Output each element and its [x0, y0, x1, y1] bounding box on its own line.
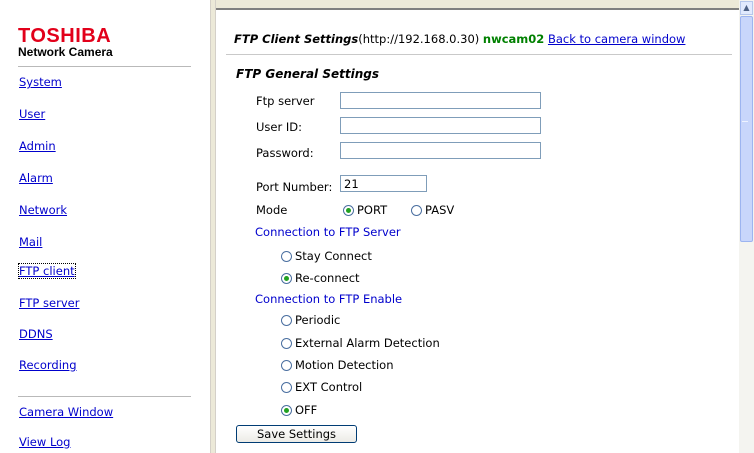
ftp-server-input[interactable] — [340, 92, 541, 109]
connection-enable-heading: Connection to FTP Enable — [255, 292, 403, 306]
port-number-label: Port Number: — [256, 180, 333, 194]
port-number-input[interactable] — [340, 175, 427, 192]
section-title: FTP General Settings — [236, 67, 379, 81]
camera-url: (http://192.168.0.30) — [358, 32, 480, 46]
password-input[interactable] — [340, 142, 541, 159]
user-id-label: User ID: — [256, 120, 302, 134]
ftp-server-label: Ftp server — [256, 94, 315, 108]
camera-name: nwcam02 — [482, 32, 545, 46]
radio-selected-icon — [281, 272, 292, 284]
nav-link-mail[interactable]: Mail — [19, 235, 42, 249]
off-radio[interactable]: OFF — [281, 403, 317, 417]
nav-link-ftp-server[interactable]: FTP server — [19, 296, 79, 310]
frame-splitter[interactable] — [210, 0, 216, 453]
user-id-input[interactable] — [340, 117, 541, 134]
radio-selected-icon — [281, 404, 292, 416]
ext-control-radio[interactable]: EXT Control — [281, 380, 362, 394]
page-header: FTP Client Settings(http://192.168.0.30)… — [234, 32, 685, 46]
stay-connect-radio[interactable]: Stay Connect — [281, 249, 372, 263]
scroll-up-arrow-icon[interactable]: ▲ — [740, 1, 753, 15]
external-alarm-radio[interactable]: External Alarm Detection — [281, 336, 440, 350]
radio-selected-icon — [343, 204, 354, 216]
logo-subtitle: Network Camera — [18, 45, 113, 59]
nav-divider-bottom — [18, 396, 191, 397]
frame-top-edge — [216, 0, 739, 8]
radio-unselected-icon — [281, 337, 292, 349]
page-title: FTP Client Settings — [234, 32, 359, 46]
mode-label: Mode — [256, 203, 288, 217]
header-divider — [226, 54, 732, 55]
nav-link-system[interactable]: System — [19, 75, 62, 89]
nav-divider-top — [18, 66, 191, 67]
toshiba-logo: TOSHIBA — [18, 25, 112, 47]
navigation-frame: TOSHIBA Network Camera System User Admin… — [0, 0, 210, 453]
nav-link-camera-window[interactable]: Camera Window — [19, 405, 113, 419]
radio-unselected-icon — [281, 381, 292, 393]
radio-unselected-icon — [411, 204, 422, 216]
nav-link-user[interactable]: User — [19, 107, 45, 121]
vertical-scrollbar[interactable]: ▲ — [739, 0, 754, 453]
re-connect-radio[interactable]: Re-connect — [281, 271, 360, 285]
scrollbar-grip-icon — [742, 121, 748, 122]
password-label: Password: — [256, 146, 314, 160]
mode-pasv-radio[interactable]: PASV — [411, 203, 454, 217]
back-to-camera-link[interactable]: Back to camera window — [548, 32, 685, 46]
ftp-client-settings-frame: FTP Client Settings(http://192.168.0.30)… — [218, 10, 738, 453]
save-settings-button[interactable]: Save Settings — [236, 425, 357, 443]
nav-link-alarm[interactable]: Alarm — [19, 171, 53, 185]
nav-link-network[interactable]: Network — [19, 203, 67, 217]
nav-link-ddns[interactable]: DDNS — [19, 327, 53, 341]
mode-port-radio[interactable]: PORT — [343, 203, 387, 217]
periodic-radio[interactable]: Periodic — [281, 313, 340, 327]
radio-unselected-icon — [281, 314, 292, 326]
nav-link-ftp-client[interactable]: FTP client — [18, 263, 76, 279]
scrollbar-thumb[interactable] — [740, 16, 753, 242]
radio-unselected-icon — [281, 359, 292, 371]
nav-link-admin[interactable]: Admin — [19, 139, 56, 153]
nav-link-recording[interactable]: Recording — [19, 358, 77, 372]
connection-server-heading: Connection to FTP Server — [255, 225, 401, 239]
radio-unselected-icon — [281, 250, 292, 262]
motion-detection-radio[interactable]: Motion Detection — [281, 358, 394, 372]
nav-link-view-log[interactable]: View Log — [19, 435, 71, 449]
